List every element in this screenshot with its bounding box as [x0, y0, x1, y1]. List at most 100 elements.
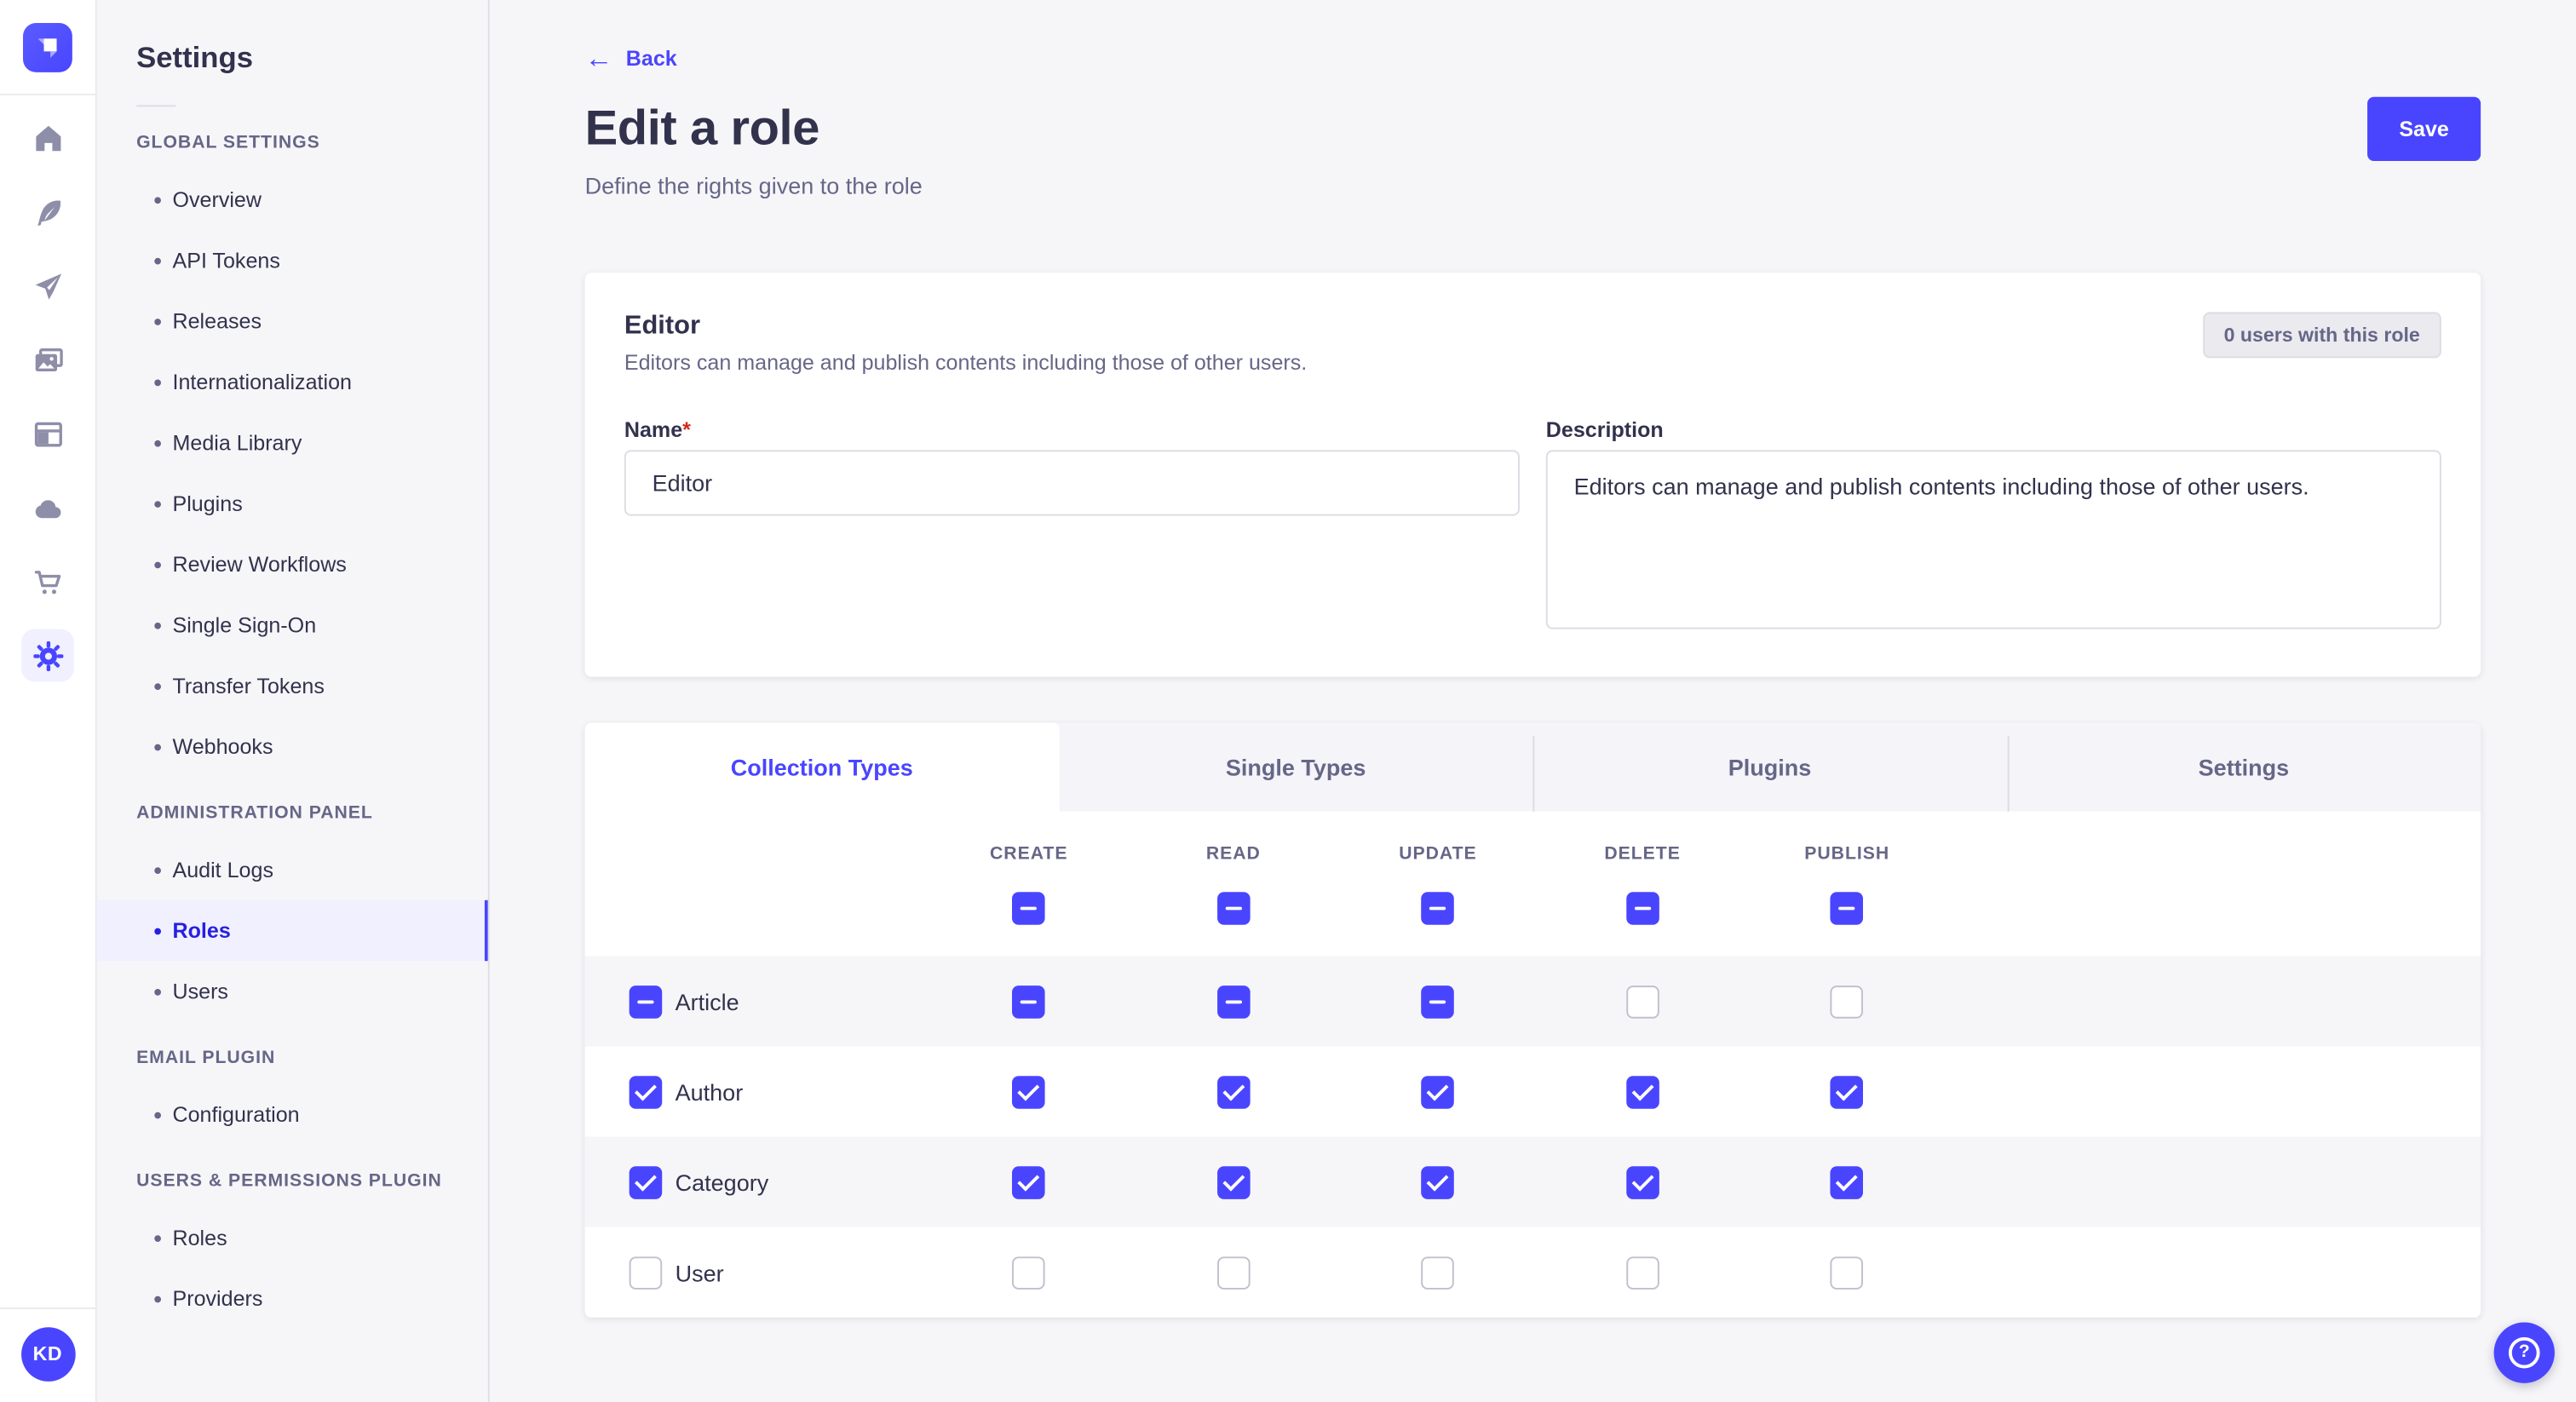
- sidebar-item-roles[interactable]: Roles: [97, 1207, 488, 1267]
- sidebar-item-api-tokens[interactable]: API Tokens: [97, 230, 488, 290]
- author-read-checkbox[interactable]: [1217, 1075, 1251, 1108]
- article-read-checkbox[interactable]: [1217, 985, 1251, 1018]
- sidebar-item-providers[interactable]: Providers: [97, 1268, 488, 1329]
- permissions-tabs: Collection TypesSingle TypesPluginsSetti…: [585, 723, 2481, 812]
- select-all-delete-checkbox[interactable]: [1626, 892, 1659, 925]
- sidebar-item-releases[interactable]: Releases: [97, 290, 488, 351]
- article-update-checkbox[interactable]: [1422, 985, 1455, 1018]
- required-asterisk: *: [682, 417, 691, 442]
- category-update-checkbox[interactable]: [1422, 1165, 1455, 1198]
- permission-cell: [1540, 1255, 1745, 1289]
- permission-row-user: User: [585, 1227, 2481, 1318]
- permission-cell: [1336, 1255, 1540, 1289]
- user-create-checkbox[interactable]: [1012, 1255, 1045, 1289]
- sidebar-item-users[interactable]: Users: [97, 961, 488, 1021]
- row-author-select-checkbox[interactable]: [630, 1075, 663, 1108]
- sidebar-item-plugins[interactable]: Plugins: [97, 473, 488, 533]
- rail-item-marketplace-cart-icon[interactable]: [21, 555, 74, 608]
- row-category-select-checkbox[interactable]: [630, 1165, 663, 1198]
- column-delete: DELETE: [1540, 844, 1745, 925]
- page-subtitle: Define the rights given to the role: [585, 172, 2481, 198]
- sidebar-item-single-sign-on[interactable]: Single Sign-On: [97, 595, 488, 655]
- question-mark-icon: ?: [2509, 1336, 2540, 1368]
- sidebar-item-audit-logs[interactable]: Audit Logs: [97, 839, 488, 899]
- role-name-input[interactable]: [624, 450, 1520, 515]
- category-read-checkbox[interactable]: [1217, 1165, 1251, 1198]
- sidebar-item-overview[interactable]: Overview: [97, 170, 488, 230]
- description-field-label: Description: [1546, 417, 2441, 442]
- select-all-read-checkbox[interactable]: [1217, 892, 1251, 925]
- marketplace-cart-icon: [31, 564, 65, 599]
- save-button[interactable]: Save: [2367, 97, 2481, 161]
- media-library-icon: [31, 342, 65, 377]
- main-content: ← Back Edit a role Save Define the right…: [490, 0, 2576, 1402]
- rail-logo-area: [0, 0, 95, 95]
- settings-nav-sections: GLOBAL SETTINGSOverviewAPI TokensRelease…: [97, 133, 488, 1329]
- strapi-logo[interactable]: [23, 22, 72, 72]
- row-article-select-checkbox[interactable]: [630, 985, 663, 1018]
- sidebar-item-review-workflows[interactable]: Review Workflows: [97, 534, 488, 595]
- column-update: UPDATE: [1336, 844, 1540, 925]
- tab-collection-types[interactable]: Collection Types: [585, 723, 1059, 812]
- author-publish-checkbox[interactable]: [1831, 1075, 1864, 1108]
- nav-section-heading: EMAIL PLUGIN: [136, 1048, 448, 1067]
- category-create-checkbox[interactable]: [1012, 1165, 1045, 1198]
- permission-cell: [1131, 1075, 1336, 1108]
- row-label-cell: Category: [585, 1165, 927, 1198]
- role-name-heading: Editor: [624, 312, 1307, 342]
- permission-cell: [1540, 1165, 1745, 1198]
- permission-cell: [1336, 1165, 1540, 1198]
- column-label: CREATE: [990, 844, 1067, 864]
- row-label: User: [676, 1259, 724, 1285]
- feather-icon: [31, 195, 65, 230]
- author-delete-checkbox[interactable]: [1626, 1075, 1659, 1108]
- user-read-checkbox[interactable]: [1217, 1255, 1251, 1289]
- user-publish-checkbox[interactable]: [1831, 1255, 1864, 1289]
- select-all-update-checkbox[interactable]: [1422, 892, 1455, 925]
- sidebar-item-configuration[interactable]: Configuration: [97, 1084, 488, 1145]
- tab-plugins[interactable]: Plugins: [1532, 723, 2006, 812]
- tab-settings[interactable]: Settings: [2007, 723, 2481, 812]
- rail-item-content-manager-icon[interactable]: [21, 407, 74, 460]
- rail-item-media-library-icon[interactable]: [21, 333, 74, 386]
- user-update-checkbox[interactable]: [1422, 1255, 1455, 1289]
- column-label: READ: [1206, 844, 1261, 864]
- home-icon: [31, 121, 65, 155]
- permission-cell: [1336, 1075, 1540, 1108]
- column-create: CREATE: [927, 844, 1131, 925]
- sidebar-item-roles[interactable]: Roles: [97, 900, 488, 961]
- author-create-checkbox[interactable]: [1012, 1075, 1045, 1108]
- rail-item-settings-gear-icon[interactable]: [21, 629, 74, 682]
- tab-single-types[interactable]: Single Types: [1059, 723, 1532, 812]
- users-with-role-badge[interactable]: 0 users with this role: [2202, 312, 2441, 358]
- category-publish-checkbox[interactable]: [1831, 1165, 1864, 1198]
- sidebar-item-webhooks[interactable]: Webhooks: [97, 716, 488, 777]
- sidebar-item-transfer-tokens[interactable]: Transfer Tokens: [97, 655, 488, 715]
- article-publish-checkbox[interactable]: [1831, 985, 1864, 1018]
- sidebar-item-internationalization[interactable]: Internationalization: [97, 352, 488, 412]
- select-all-publish-checkbox[interactable]: [1831, 892, 1864, 925]
- main-nav-rail: KD: [0, 0, 97, 1402]
- role-description-input[interactable]: Editors can manage and publish contents …: [1546, 450, 2441, 629]
- rail-item-feather-icon[interactable]: [21, 186, 74, 238]
- row-label: Author: [676, 1078, 744, 1105]
- permissions-header-row: CREATEREADUPDATEDELETEPUBLISH: [585, 812, 2481, 957]
- select-all-create-checkbox[interactable]: [1012, 892, 1045, 925]
- back-link[interactable]: ← Back: [585, 44, 677, 72]
- article-delete-checkbox[interactable]: [1626, 985, 1659, 1018]
- rail-item-paper-plane-icon[interactable]: [21, 260, 74, 313]
- category-delete-checkbox[interactable]: [1626, 1165, 1659, 1198]
- page-title: Edit a role: [585, 101, 819, 158]
- user-avatar[interactable]: KD: [20, 1326, 75, 1381]
- article-create-checkbox[interactable]: [1012, 985, 1045, 1018]
- permission-cell: [1131, 1165, 1336, 1198]
- user-delete-checkbox[interactable]: [1626, 1255, 1659, 1289]
- sidebar-item-media-library[interactable]: Media Library: [97, 412, 488, 473]
- rail-item-home-icon[interactable]: [21, 112, 74, 164]
- row-label-cell: User: [585, 1255, 927, 1289]
- row-user-select-checkbox[interactable]: [630, 1255, 663, 1289]
- help-button[interactable]: ?: [2494, 1322, 2555, 1382]
- row-label: Article: [676, 988, 739, 1014]
- author-update-checkbox[interactable]: [1422, 1075, 1455, 1108]
- rail-item-cloud-icon[interactable]: [21, 481, 74, 534]
